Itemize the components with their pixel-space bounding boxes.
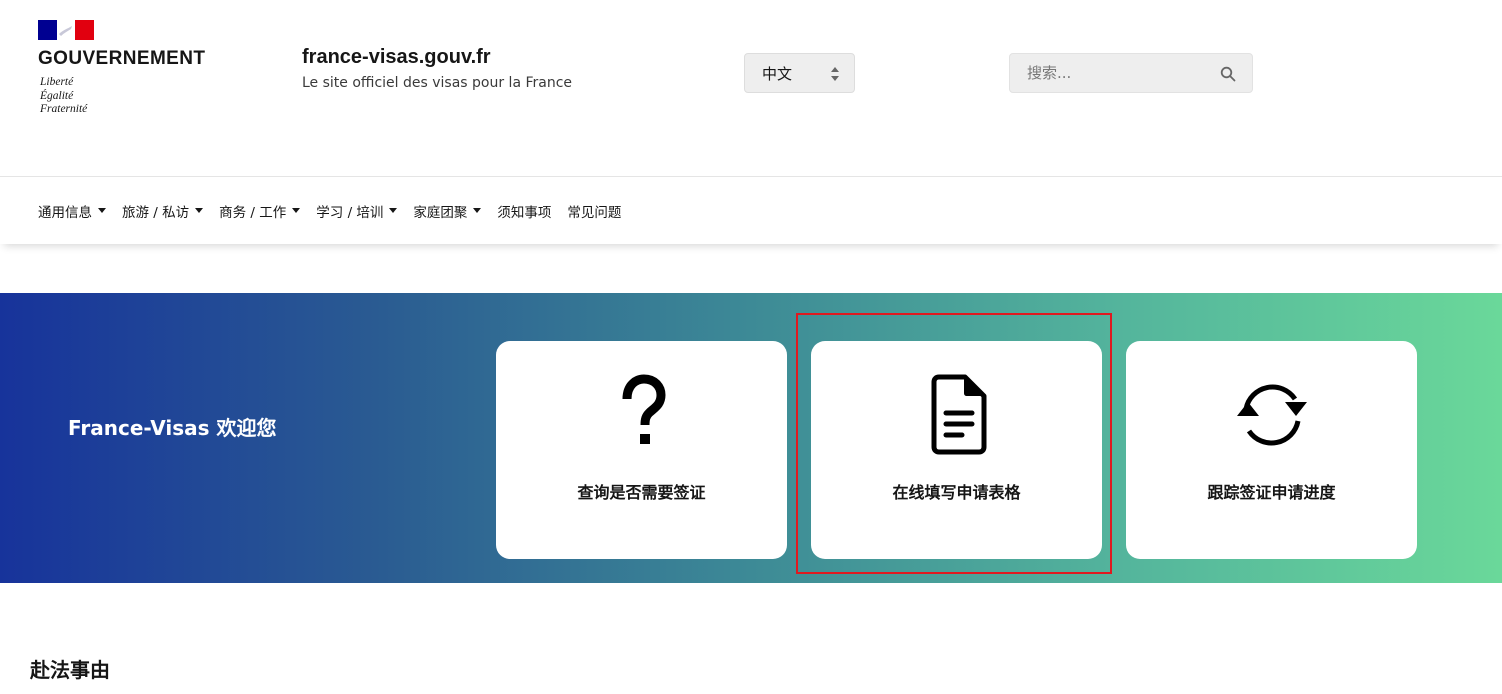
nav-item-label: 常见问题: [567, 204, 622, 221]
motto-line: Liberté: [40, 76, 74, 88]
card-check-visa-required[interactable]: 查询是否需要签证: [496, 341, 787, 559]
nav-item-label: 学习 / 培训: [316, 204, 384, 221]
nav-item-faq[interactable]: 常见问题: [567, 201, 621, 221]
document-icon: [931, 374, 986, 455]
refresh-cycle-icon: [1236, 384, 1307, 446]
site-header: GOUVERNEMENT Liberté Égalité Fraternité …: [0, 0, 1502, 176]
government-logo[interactable]: GOUVERNEMENT Liberté Égalité Fraternité: [38, 20, 228, 117]
caret-down-icon: [389, 208, 398, 213]
motto-line: Égalité: [40, 89, 74, 102]
search-input[interactable]: [1010, 54, 1210, 92]
nav-item-label: 通用信息: [38, 204, 92, 221]
caret-down-icon: [292, 208, 301, 213]
french-flag-icon: [38, 20, 94, 40]
language-select[interactable]: 中文: [744, 53, 855, 93]
nav-item-tourism[interactable]: 旅游 / 私访: [122, 201, 204, 221]
language-select-value: 中文: [762, 64, 793, 83]
government-name: GOUVERNEMENT: [38, 48, 206, 69]
search-box: [1009, 53, 1253, 93]
caret-down-icon: [98, 208, 106, 213]
page: GOUVERNEMENT Liberté Égalité Fraternité …: [0, 0, 1502, 694]
site-identity[interactable]: france-visas.gouv.fr Le site officiel de…: [302, 46, 572, 91]
nav-item-label: 须知事项: [497, 204, 552, 221]
nav-item-general-info[interactable]: 通用信息: [38, 201, 106, 221]
motto-line: Fraternité: [40, 103, 88, 115]
republic-motto: Liberté Égalité Fraternité: [38, 76, 228, 117]
nav-item-study[interactable]: 学习 / 培训: [316, 201, 398, 221]
nav-item-label: 家庭团聚: [413, 204, 468, 221]
site-tagline: Le site officiel des visas pour la Franc…: [302, 75, 573, 91]
site-title[interactable]: france-visas.gouv.fr: [302, 46, 572, 69]
main-navigation: 通用信息 旅游 / 私访 商务 / 工作 学习 / 培训 家庭团聚 须知事项 常…: [0, 176, 1502, 244]
caret-down-icon: [195, 208, 204, 213]
nav-item-notices[interactable]: 须知事项: [497, 201, 551, 221]
nav-item-label: 旅游 / 私访: [122, 204, 190, 221]
nav-item-family[interactable]: 家庭团聚: [413, 201, 482, 221]
nav-item-label: 商务 / 工作: [219, 204, 287, 221]
hero-title: France-Visas 欢迎您: [68, 416, 277, 440]
card-online-application[interactable]: 在线填写申请表格: [811, 341, 1102, 559]
nav-item-business[interactable]: 商务 / 工作: [219, 201, 301, 221]
select-arrows-icon: [831, 67, 839, 81]
search-icon[interactable]: [1220, 66, 1236, 82]
card-label: 跟踪签证申请进度: [1207, 483, 1336, 502]
caret-down-icon: [473, 208, 482, 213]
card-track-application[interactable]: 跟踪签证申请进度: [1126, 341, 1417, 559]
section-title: 赴法事由: [30, 658, 110, 682]
card-label: 查询是否需要签证: [577, 483, 706, 502]
question-mark-icon: [622, 374, 666, 444]
hero-banner: France-Visas 欢迎您 查询是否需要签证 在线填写申请表格 跟踪签证申…: [0, 293, 1502, 583]
card-label: 在线填写申请表格: [892, 483, 1021, 502]
